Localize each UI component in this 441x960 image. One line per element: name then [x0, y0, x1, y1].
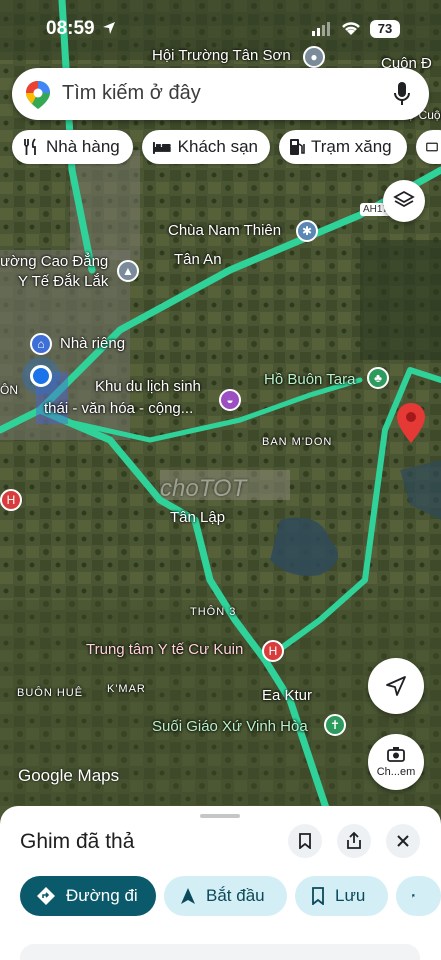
google-maps-logo: Google Maps — [18, 766, 120, 785]
church-icon[interactable]: ✝ — [324, 714, 346, 736]
chip-gas-stations[interactable]: Trạm xăng — [279, 130, 407, 164]
close-button[interactable] — [386, 824, 420, 858]
place-khu-du-lich-line1[interactable]: Khu du lịch sinh — [95, 378, 201, 395]
start-label: Bắt đầu — [206, 886, 265, 905]
directions-button[interactable]: Đường đi — [20, 876, 156, 916]
street-view-button[interactable]: Ch...em — [368, 734, 424, 790]
park-icon[interactable]: ♣ — [367, 367, 389, 389]
search-placeholder[interactable]: Tìm kiếm ở đây — [62, 82, 201, 105]
place-truong-line2[interactable]: Y Tế Đắk Lắk — [18, 273, 108, 290]
fork-knife-icon — [24, 138, 36, 155]
location-arrow-icon — [103, 22, 115, 34]
hospital-icon[interactable]: H — [0, 489, 22, 511]
more-action-button[interactable] — [396, 876, 441, 916]
watermark: choTOT — [160, 475, 247, 502]
camera-360-icon — [387, 747, 405, 762]
microphone-icon[interactable] — [394, 82, 410, 106]
place-khu-du-lich-line2[interactable]: thái - văn hóa - cộng... — [44, 400, 193, 417]
chip-label: Trạm xăng — [311, 137, 392, 156]
drag-handle[interactable] — [200, 814, 240, 818]
my-location-button[interactable] — [368, 658, 424, 714]
dropped-pin-icon[interactable] — [397, 403, 425, 443]
share-icon — [347, 832, 361, 849]
status-time: 08:59 — [46, 18, 95, 39]
home-icon[interactable]: ⌂ — [30, 333, 52, 355]
close-icon — [397, 835, 409, 847]
place-tan-an[interactable]: Tân An — [174, 251, 222, 268]
place-suoi-giao-xu[interactable]: Suối Giáo Xứ Vinh Hòa — [152, 718, 308, 735]
bed-icon — [152, 142, 171, 154]
battery-indicator: 73 — [370, 20, 400, 38]
sheet-title: Ghim đã thả — [20, 830, 135, 853]
layers-icon — [393, 190, 415, 208]
place-ho-buon-tara[interactable]: Hồ Buôn Tara — [264, 371, 355, 388]
place-buon-hue: BUÔN HUÊ — [17, 687, 84, 699]
place-kmar: K'MAR — [107, 683, 146, 695]
my-location-dot — [30, 365, 52, 387]
street-view-label: Ch...em — [376, 766, 416, 778]
chip-label: Khách sạn — [177, 137, 258, 156]
place-chua[interactable]: Chùa Nam Thiên — [168, 222, 281, 239]
chip-restaurants[interactable]: Nhà hàng — [12, 130, 133, 164]
directions-icon — [37, 887, 55, 905]
chip-hotels[interactable]: Khách sạn — [142, 130, 270, 164]
save-bookmark-button[interactable] — [288, 824, 322, 858]
school-icon[interactable]: ▲ — [117, 260, 139, 282]
sheet-next-row — [20, 944, 420, 960]
save-label: Lưu — [335, 886, 366, 905]
place-trung-tam[interactable]: Trung tâm Y tế Cư Kuin — [86, 641, 243, 658]
bookmark-icon — [312, 887, 324, 905]
place-tan-lap[interactable]: Tân Lập — [170, 509, 225, 526]
place-ban-mdon: BAN M'DON — [262, 436, 333, 448]
place-on: ÔN — [0, 383, 18, 397]
directions-label: Đường đi — [66, 886, 138, 905]
place-truong-line1[interactable]: ường Cao Đẳng — [0, 253, 108, 270]
share-button[interactable] — [337, 824, 371, 858]
maps-pin-logo-icon — [26, 81, 50, 109]
save-button[interactable]: Lưu — [295, 876, 388, 916]
status-bar: 08:59 73 — [0, 0, 441, 56]
signal-icon — [312, 22, 330, 36]
bookmark-icon — [299, 833, 311, 849]
place-sheet[interactable]: Ghim đã thả Đường đi Bắt đầu Lưu — [0, 806, 441, 960]
wifi-icon — [342, 22, 360, 35]
gas-station-icon — [290, 139, 305, 155]
flag-icon — [412, 894, 415, 898]
tourism-icon[interactable]: ◒ — [219, 389, 241, 411]
place-ea-ktur[interactable]: Ea Ktur — [262, 687, 312, 704]
navigation-arrow-icon — [386, 676, 406, 696]
search-bar[interactable]: Tìm kiếm ở đây — [12, 68, 429, 120]
chip-label: Nhà hàng — [46, 137, 120, 156]
start-button[interactable]: Bắt đầu — [164, 876, 287, 916]
place-nha-rieng[interactable]: Nhà riêng — [60, 335, 125, 352]
navigation-arrow-icon — [181, 888, 195, 904]
hospital-icon[interactable]: H — [262, 640, 284, 662]
temple-icon[interactable]: ✱ — [296, 220, 318, 242]
place-thon3: THÔN 3 — [190, 606, 237, 618]
layers-button[interactable] — [383, 180, 425, 222]
shopping-icon — [426, 142, 438, 152]
